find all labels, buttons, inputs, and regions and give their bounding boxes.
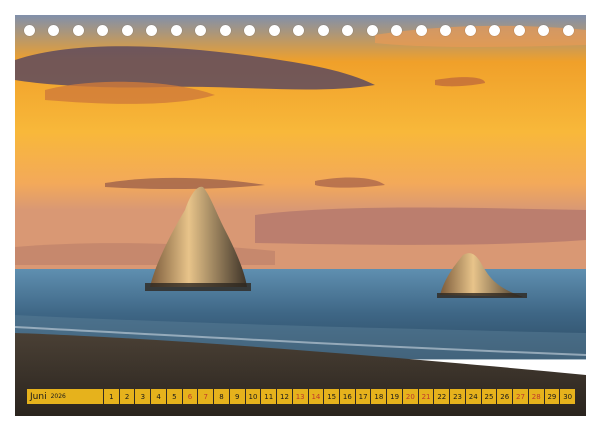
day-cell: 25 <box>481 389 497 404</box>
day-cell: 28 <box>528 389 544 404</box>
day-cell: 5 <box>166 389 182 404</box>
month-name: Juni <box>30 391 47 402</box>
spiral-binding <box>15 25 586 39</box>
day-cell: 29 <box>544 389 560 404</box>
day-cell: 11 <box>261 389 277 404</box>
calendar-strip: Juni 2026 1 2 3 4 5 6 7 8 9 10 11 12 13 14 15 16 17 18 19 2… <box>27 389 576 404</box>
day-cell: 6 <box>182 389 198 404</box>
calendar-page: Juni 2026 1 2 3 4 5 6 7 8 9 10 11 12 13 14 15 16 17 18 19 2… <box>0 0 600 431</box>
day-cell: 13 <box>292 389 308 404</box>
beach-sunset-photo <box>15 15 586 416</box>
day-cell: 23 <box>450 389 465 404</box>
day-cell: 14 <box>308 389 324 404</box>
day-cell: 4 <box>151 389 166 404</box>
day-cells: 1 2 3 4 5 6 7 8 9 10 11 12 13 14 15 16 17 18 19 20 21 22 23 24 2… <box>104 389 576 404</box>
day-cell: 27 <box>513 389 528 404</box>
day-cell: 21 <box>418 389 434 404</box>
day-cell: 19 <box>387 389 402 404</box>
day-cell: 1 <box>104 389 119 404</box>
day-cell: 24 <box>465 389 481 404</box>
day-cell: 12 <box>277 389 292 404</box>
day-cell: 8 <box>214 389 229 404</box>
day-cell: 2 <box>119 389 135 404</box>
day-cell: 22 <box>434 389 450 404</box>
year-label: 2026 <box>50 393 66 400</box>
month-label-cell: Juni 2026 <box>27 389 103 404</box>
day-cell: 17 <box>355 389 371 404</box>
day-cell: 26 <box>497 389 513 404</box>
day-cell: 9 <box>229 389 245 404</box>
day-cell: 15 <box>324 389 340 404</box>
day-cell: 3 <box>135 389 151 404</box>
day-cell: 30 <box>560 389 576 404</box>
day-cell: 18 <box>371 389 387 404</box>
day-cell: 7 <box>198 389 214 404</box>
day-cell: 20 <box>402 389 418 404</box>
day-cell: 10 <box>245 389 261 404</box>
day-cell: 16 <box>340 389 355 404</box>
